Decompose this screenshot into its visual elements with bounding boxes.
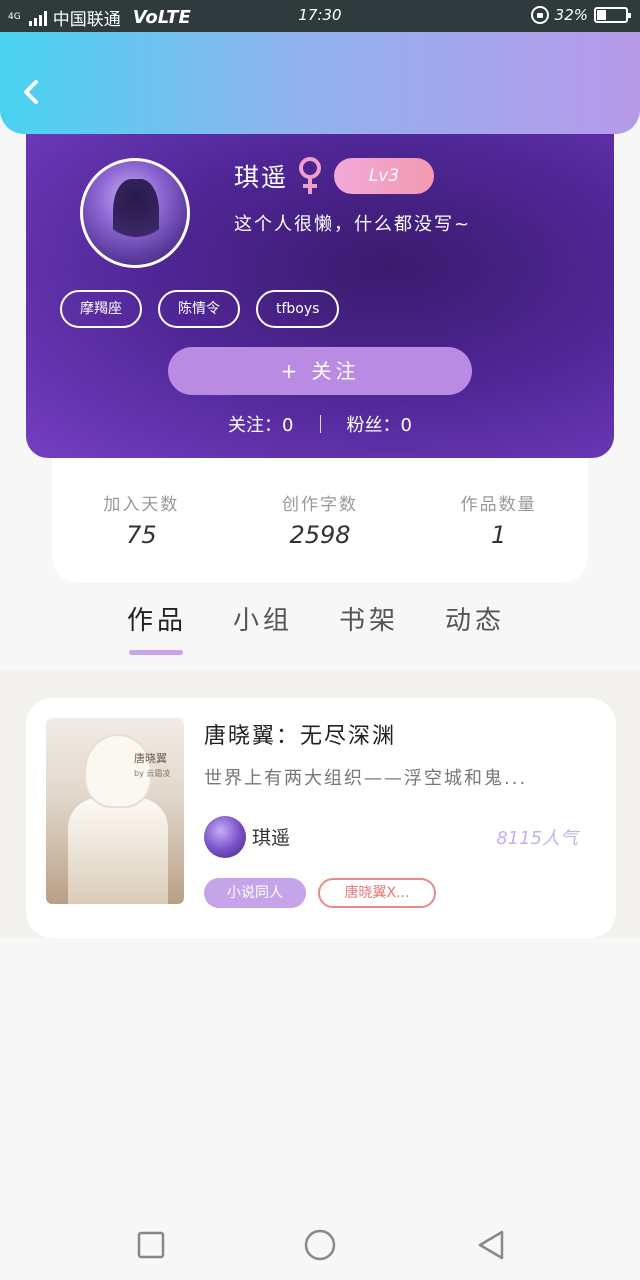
following-count[interactable]: 关注：0: [228, 411, 293, 437]
tab-groups[interactable]: 小组: [210, 592, 316, 670]
work-card[interactable]: 唐晓翼 by 云霜凌 唐晓翼：无尽深渊 世界上有两大组织——浮空城和鬼... 琪…: [26, 698, 616, 938]
chevron-left-icon[interactable]: [18, 78, 46, 106]
circle-icon[interactable]: [303, 1228, 337, 1262]
work-popularity: 8115人气: [496, 828, 578, 849]
name-row: 琪遥 Lv3: [234, 156, 435, 196]
tab-activity[interactable]: 动态: [422, 592, 528, 670]
battery-percent: 32%: [554, 6, 588, 24]
stat-label: 作品数量: [460, 495, 537, 515]
profile-tag[interactable]: tfboys: [256, 290, 340, 328]
cover-title: 唐晓翼: [134, 752, 167, 765]
status-bar: 4G 中国联通 VoLTE 17:30 32%: [0, 0, 640, 32]
work-tag-pairing[interactable]: 唐晓翼X...: [318, 878, 436, 908]
system-nav-bar: [0, 1208, 640, 1280]
battery-icon: [594, 7, 631, 23]
cover-figure-body: [68, 798, 168, 904]
stat-word-count: 创作字数 2598: [231, 458, 410, 582]
follow-button[interactable]: + 关注: [168, 347, 472, 395]
stat-join-days: 加入天数 75: [52, 458, 231, 582]
user-name: 琪遥: [234, 163, 289, 192]
profile-card: 琪遥 Lv3 这个人很懒，什么都没写~ 摩羯座 陈情令 tfboys + 关注 …: [26, 130, 614, 458]
level-badge: Lv3: [334, 158, 435, 194]
followers-count[interactable]: 粉丝：0: [347, 411, 412, 437]
work-title[interactable]: 唐晓翼：无尽深渊: [204, 718, 396, 750]
author-name[interactable]: 琪遥: [252, 823, 290, 850]
user-bio: 这个人很懒，什么都没写~: [234, 214, 472, 235]
stat-value: 2598: [289, 521, 351, 549]
status-right: 32%: [530, 6, 631, 24]
avatar[interactable]: [80, 158, 190, 268]
cover-subtitle: by 云霜凌: [134, 769, 171, 778]
stats-panel: 加入天数 75 创作字数 2598 作品数量 1: [52, 458, 588, 582]
tab-bar: 作品 小组 书架 动态: [0, 592, 640, 670]
tab-bookshelf[interactable]: 书架: [316, 592, 422, 670]
tab-active-indicator: [129, 650, 183, 655]
stat-value: 75: [126, 521, 157, 549]
stat-label: 加入天数: [103, 495, 180, 515]
stat-label: 创作字数: [282, 495, 358, 515]
author-avatar[interactable]: [204, 816, 246, 858]
stat-value: 1: [491, 521, 507, 549]
tab-works[interactable]: 作品: [104, 592, 210, 670]
female-icon: [299, 157, 322, 194]
work-tag-category[interactable]: 小说同人: [204, 878, 306, 908]
follow-counts: 关注：0 粉丝：0: [26, 411, 614, 437]
work-cover-image[interactable]: 唐晓翼 by 云霜凌: [46, 718, 184, 904]
triangle-back-icon[interactable]: [474, 1228, 508, 1262]
stat-works-count: 作品数量 1: [409, 458, 588, 582]
profile-tags: 摩羯座 陈情令 tfboys: [60, 290, 340, 328]
profile-tag[interactable]: 陈情令: [158, 290, 240, 328]
divider: [319, 415, 321, 433]
top-header: [0, 32, 640, 134]
square-icon[interactable]: [134, 1228, 168, 1262]
work-description: 世界上有两大组织——浮空城和鬼...: [204, 768, 528, 789]
rotation-lock-icon: [530, 6, 549, 24]
profile-tag[interactable]: 摩羯座: [60, 290, 142, 328]
battery-fill: [597, 10, 606, 20]
